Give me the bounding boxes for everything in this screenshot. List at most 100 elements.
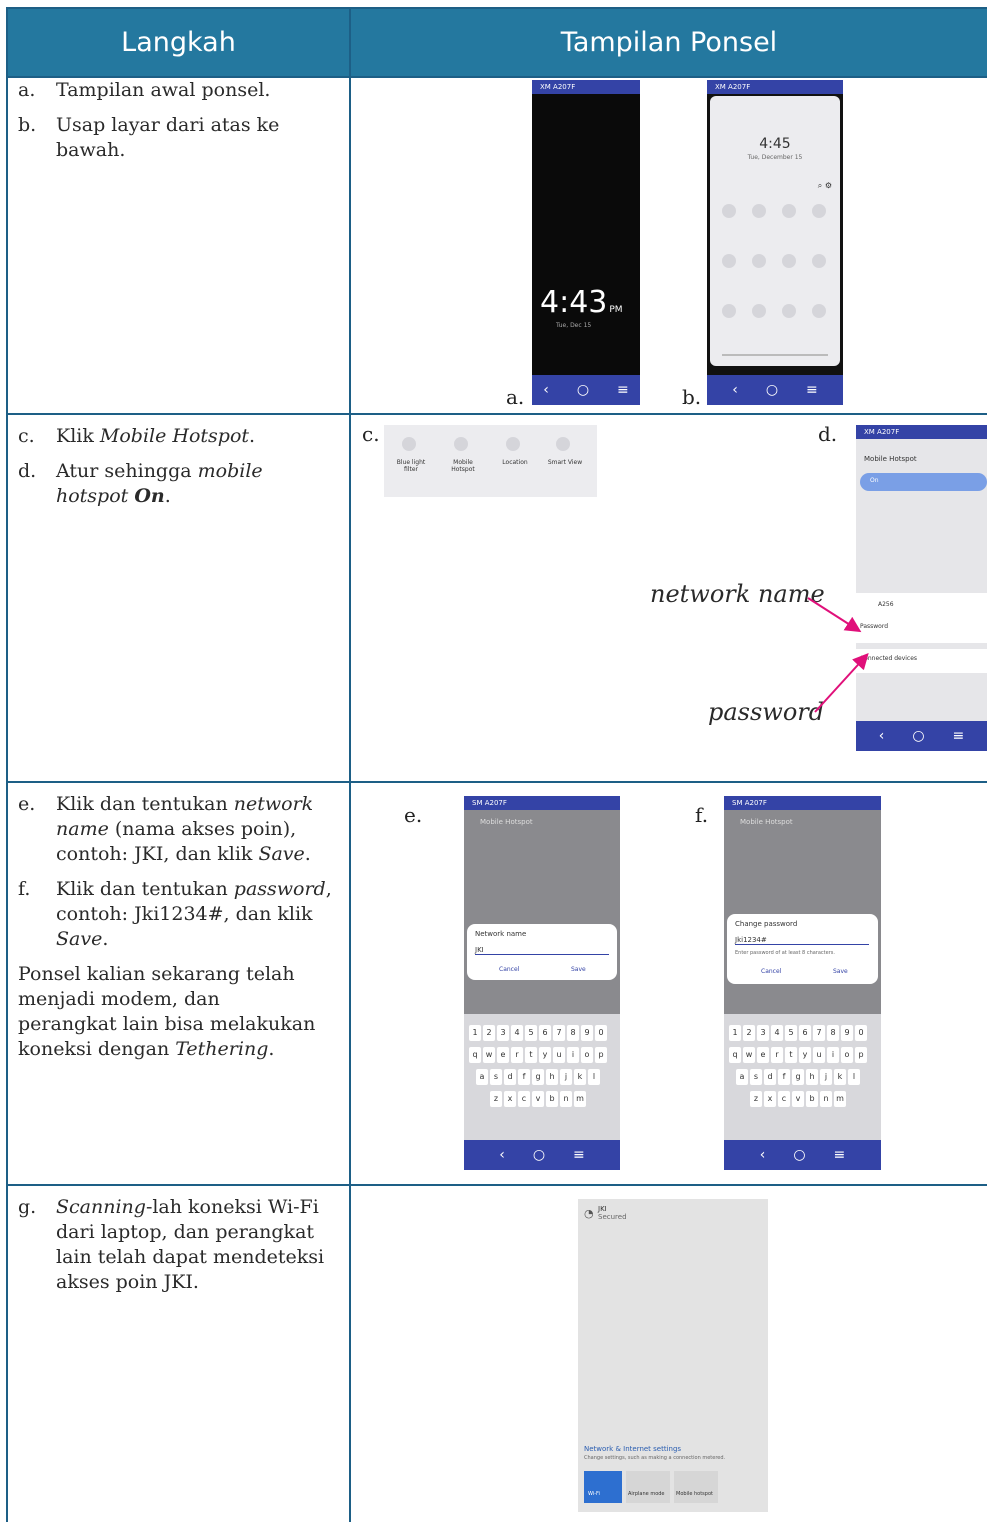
key[interactable]: q (729, 1047, 741, 1063)
recents-icon[interactable]: ≡ (834, 1147, 846, 1163)
key[interactable]: s (750, 1069, 762, 1085)
key[interactable]: j (820, 1069, 832, 1085)
key[interactable]: a (736, 1069, 748, 1085)
key[interactable]: 4 (771, 1025, 783, 1041)
key[interactable]: 7 (813, 1025, 825, 1041)
back-icon[interactable]: ‹ (499, 1147, 505, 1163)
keyboard-row: 1234567890 (728, 1020, 877, 1042)
key[interactable]: r (771, 1047, 783, 1063)
key[interactable]: m (574, 1091, 586, 1107)
key[interactable]: r (511, 1047, 523, 1063)
key[interactable]: v (792, 1091, 804, 1107)
key[interactable]: 5 (785, 1025, 797, 1041)
key[interactable]: 7 (553, 1025, 565, 1041)
nav-bar: ‹ ○ ≡ (724, 1140, 881, 1170)
key[interactable]: h (806, 1069, 818, 1085)
screen-title: Mobile Hotspot (480, 818, 533, 826)
text-run: . (268, 1038, 275, 1060)
key[interactable]: x (504, 1091, 516, 1107)
key[interactable]: 4 (511, 1025, 523, 1041)
row3-steps: e. Klik dan tentukan network name (nama a… (18, 792, 340, 1062)
key[interactable]: 6 (799, 1025, 811, 1041)
keyboard-row: qwertyuiop (728, 1042, 877, 1064)
network-name-input[interactable]: JKI (475, 946, 609, 955)
key[interactable]: o (841, 1047, 853, 1063)
key[interactable]: a (476, 1069, 488, 1085)
key[interactable]: f (778, 1069, 790, 1085)
key[interactable]: m (834, 1091, 846, 1107)
key[interactable]: h (546, 1069, 558, 1085)
keyboard-row: zxcvbnm (468, 1086, 616, 1108)
key[interactable]: w (743, 1047, 755, 1063)
key[interactable]: e (497, 1047, 509, 1063)
save-button[interactable]: Save (571, 966, 586, 973)
wifi-quick-tile[interactable]: Wi-Fi (584, 1471, 622, 1503)
key[interactable]: 3 (757, 1025, 769, 1041)
key[interactable]: u (553, 1047, 565, 1063)
text-run: . (102, 928, 109, 950)
key[interactable]: u (813, 1047, 825, 1063)
key[interactable]: d (764, 1069, 776, 1085)
key[interactable]: 0 (595, 1025, 607, 1041)
key[interactable]: 8 (567, 1025, 579, 1041)
key[interactable]: g (532, 1069, 544, 1085)
key[interactable]: l (588, 1069, 600, 1085)
key[interactable]: b (806, 1091, 818, 1107)
key[interactable]: n (560, 1091, 572, 1107)
recents-icon[interactable]: ≡ (573, 1147, 585, 1163)
hotspot-quick-tile[interactable]: Mobile hotspot (674, 1471, 718, 1503)
key[interactable]: 8 (827, 1025, 839, 1041)
key[interactable]: q (469, 1047, 481, 1063)
key[interactable]: 2 (483, 1025, 495, 1041)
key[interactable]: 9 (581, 1025, 593, 1041)
key[interactable]: p (595, 1047, 607, 1063)
key[interactable]: n (820, 1091, 832, 1107)
key[interactable]: i (827, 1047, 839, 1063)
key[interactable]: 1 (469, 1025, 481, 1041)
key[interactable]: b (546, 1091, 558, 1107)
network-settings-link[interactable]: Network & Internet settings (584, 1445, 681, 1453)
key[interactable]: 2 (743, 1025, 755, 1041)
airplane-quick-tile[interactable]: Airplane mode (626, 1471, 670, 1503)
key[interactable]: p (855, 1047, 867, 1063)
key[interactable]: x (764, 1091, 776, 1107)
key[interactable]: 1 (729, 1025, 741, 1041)
password-input[interactable]: Jki1234# (735, 936, 869, 945)
key[interactable]: 5 (525, 1025, 537, 1041)
key[interactable]: 3 (497, 1025, 509, 1041)
home-icon[interactable]: ○ (533, 1147, 545, 1163)
key[interactable]: 6 (539, 1025, 551, 1041)
key[interactable]: 9 (841, 1025, 853, 1041)
key[interactable]: e (757, 1047, 769, 1063)
key[interactable]: 0 (855, 1025, 867, 1041)
key[interactable]: w (483, 1047, 495, 1063)
key[interactable]: s (490, 1069, 502, 1085)
key[interactable]: d (504, 1069, 516, 1085)
key[interactable]: y (799, 1047, 811, 1063)
key[interactable]: t (785, 1047, 797, 1063)
key[interactable]: z (750, 1091, 762, 1107)
key[interactable]: t (525, 1047, 537, 1063)
keyboard-row: 1234567890 (468, 1020, 616, 1042)
key[interactable]: l (848, 1069, 860, 1085)
key[interactable]: i (567, 1047, 579, 1063)
key[interactable]: v (532, 1091, 544, 1107)
key[interactable]: c (518, 1091, 530, 1107)
change-password-dialog: Change password Jki1234# Enter password … (727, 914, 878, 984)
key[interactable]: k (834, 1069, 846, 1085)
cancel-button[interactable]: Cancel (761, 968, 781, 975)
key[interactable]: j (560, 1069, 572, 1085)
key[interactable]: o (581, 1047, 593, 1063)
wifi-network-jki[interactable]: JKI Secured (598, 1205, 627, 1221)
network-name-dialog: Network name JKI Cancel Save (467, 924, 617, 980)
cancel-button[interactable]: Cancel (499, 966, 519, 973)
key[interactable]: y (539, 1047, 551, 1063)
back-icon[interactable]: ‹ (760, 1147, 766, 1163)
key[interactable]: c (778, 1091, 790, 1107)
key[interactable]: f (518, 1069, 530, 1085)
save-button[interactable]: Save (833, 968, 848, 975)
key[interactable]: z (490, 1091, 502, 1107)
home-icon[interactable]: ○ (793, 1147, 805, 1163)
key[interactable]: g (792, 1069, 804, 1085)
key[interactable]: k (574, 1069, 586, 1085)
